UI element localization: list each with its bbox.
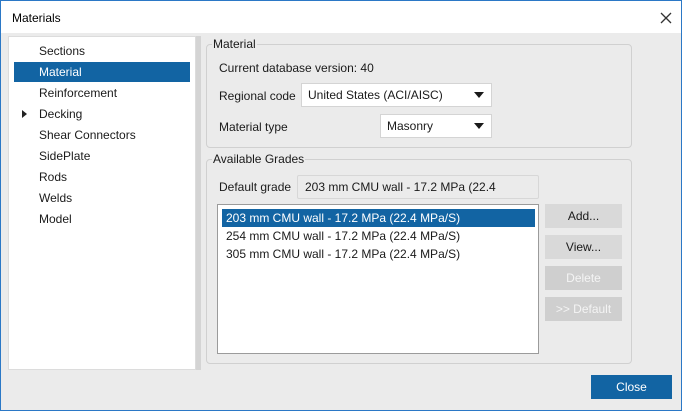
expand-arrow-icon[interactable]	[22, 110, 27, 118]
default-grade-field: 203 mm CMU wall - 17.2 MPa (22.4 MPa/S)	[297, 175, 539, 216]
nav-item-model[interactable]: Model	[14, 209, 190, 229]
add-button[interactable]: Add...	[545, 204, 622, 228]
list-item[interactable]: 203 mm CMU wall - 17.2 MPa (22.4 MPa/S)	[222, 209, 535, 227]
available-grades-label: Available Grades	[212, 152, 306, 166]
nav-item-label: Decking	[39, 107, 83, 121]
nav-item-decking[interactable]: Decking	[14, 104, 190, 124]
category-tree: Sections Material Reinforcement Decking …	[8, 36, 196, 370]
close-button[interactable]: Close	[591, 375, 672, 399]
regional-code-value: United States (ACI/AISC)	[308, 88, 443, 102]
material-type-select[interactable]: Masonry	[380, 114, 492, 138]
chevron-down-icon	[474, 123, 484, 129]
material-type-value: Masonry	[387, 119, 434, 133]
title-bar: Materials	[1, 1, 681, 33]
list-item[interactable]: 254 mm CMU wall - 17.2 MPa (22.4 MPa/S)	[222, 227, 535, 245]
nav-item-material[interactable]: Material	[14, 62, 190, 82]
nav-item-sideplate[interactable]: SidePlate	[14, 146, 190, 166]
regional-code-select[interactable]: United States (ACI/AISC)	[301, 83, 492, 107]
close-icon[interactable]	[655, 7, 677, 29]
nav-item-welds[interactable]: Welds	[14, 188, 190, 208]
material-type-label: Material type	[219, 120, 288, 134]
database-version-text: Current database version: 40	[219, 61, 374, 75]
nav-item-shear-connectors[interactable]: Shear Connectors	[14, 125, 190, 145]
nav-item-rods[interactable]: Rods	[14, 167, 190, 187]
chevron-down-icon	[474, 92, 484, 98]
nav-item-sections[interactable]: Sections	[14, 41, 190, 61]
material-group-label: Material	[212, 37, 257, 51]
regional-code-label: Regional code	[219, 89, 296, 103]
set-default-button[interactable]: >> Default	[545, 297, 622, 321]
grades-listbox[interactable]: 203 mm CMU wall - 17.2 MPa (22.4 MPa/S) …	[217, 204, 539, 354]
panel-splitter[interactable]	[196, 36, 201, 370]
default-grade-label: Default grade	[219, 180, 292, 194]
window-title: Materials	[12, 11, 61, 25]
delete-button[interactable]: Delete	[545, 266, 622, 290]
nav-item-reinforcement[interactable]: Reinforcement	[14, 83, 190, 103]
list-item[interactable]: 305 mm CMU wall - 17.2 MPa (22.4 MPa/S)	[222, 245, 535, 263]
view-button[interactable]: View...	[545, 235, 622, 259]
materials-dialog: Materials Sections Material Reinforcemen…	[0, 0, 682, 411]
